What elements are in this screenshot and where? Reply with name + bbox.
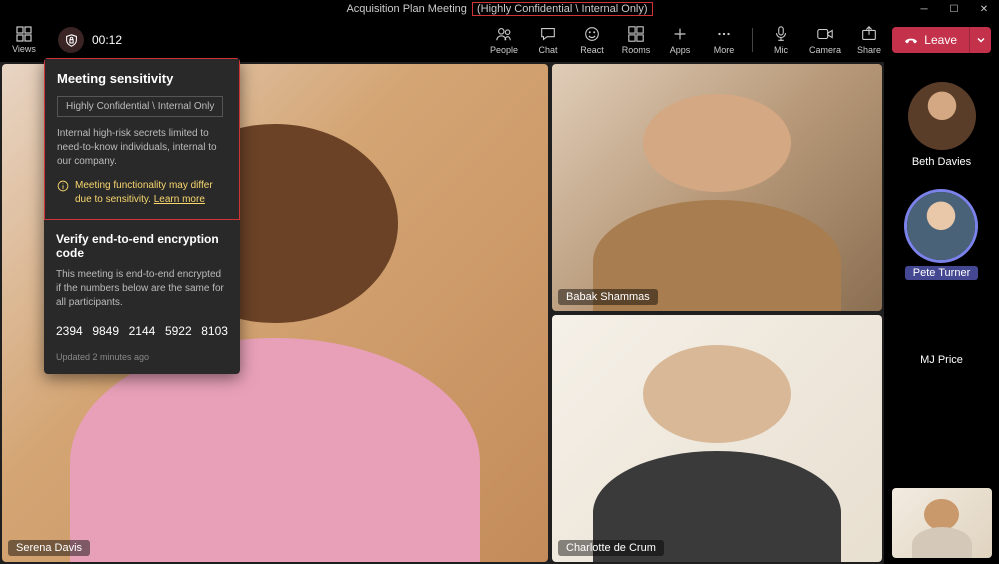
encryption-shield-button[interactable] bbox=[58, 27, 84, 53]
learn-more-link[interactable]: Learn more bbox=[154, 194, 205, 205]
call-timer: 00:12 bbox=[92, 33, 122, 47]
close-button[interactable]: ✕ bbox=[969, 0, 999, 18]
sensitivity-description: Internal high-risk secrets limited to ne… bbox=[57, 127, 227, 169]
sensitivity-popover: Meeting sensitivity Highly Confidential … bbox=[44, 58, 240, 374]
views-label: Views bbox=[12, 44, 36, 54]
people-icon bbox=[495, 25, 513, 43]
apps-button[interactable]: Apps bbox=[660, 25, 700, 55]
chevron-down-icon bbox=[976, 35, 986, 45]
more-button[interactable]: More bbox=[704, 25, 744, 55]
grid-icon bbox=[16, 26, 32, 42]
views-button[interactable]: Views bbox=[6, 26, 42, 54]
sensitivity-label: Highly Confidential \ Internal Only bbox=[57, 96, 223, 117]
toolbar-divider bbox=[752, 28, 753, 52]
rooms-icon bbox=[627, 25, 645, 43]
info-icon bbox=[57, 180, 69, 192]
mic-button[interactable]: Mic bbox=[761, 25, 801, 55]
verify-description: This meeting is end-to-end encrypted if … bbox=[56, 268, 228, 310]
participant-sidebar: Beth Davies Pete Turner MJ Price bbox=[884, 62, 999, 564]
share-button[interactable]: Share bbox=[849, 25, 889, 55]
mic-icon bbox=[772, 25, 790, 43]
participant-name-bottom-right: Charlotte de Crum bbox=[558, 540, 664, 556]
meeting-title: Acquisition Plan Meeting bbox=[346, 3, 466, 15]
chat-icon bbox=[539, 25, 557, 43]
leave-button[interactable]: Leave bbox=[892, 33, 969, 47]
verify-title: Verify end-to-end encryption code bbox=[56, 232, 228, 260]
sidebar-participant-3[interactable]: MJ Price bbox=[920, 354, 963, 366]
sidebar-participant-2[interactable]: Pete Turner bbox=[905, 192, 978, 280]
participant-name-main: Serena Davis bbox=[8, 540, 90, 556]
confidential-badge: (Highly Confidential \ Internal Only) bbox=[472, 2, 653, 16]
titlebar: Acquisition Plan Meeting (Highly Confide… bbox=[0, 0, 999, 18]
updated-timestamp: Updated 2 minutes ago bbox=[56, 352, 228, 362]
leave-button-group: Leave bbox=[892, 27, 991, 53]
sidebar-participant-1[interactable]: Beth Davies bbox=[908, 82, 976, 168]
plus-icon bbox=[671, 25, 689, 43]
video-tile-bottom-right[interactable]: Charlotte de Crum bbox=[552, 315, 882, 562]
maximize-button[interactable]: ☐ bbox=[939, 0, 969, 18]
leave-options-button[interactable] bbox=[969, 27, 991, 53]
participant-name-top-right: Babak Shammas bbox=[558, 289, 658, 305]
self-view-tile[interactable] bbox=[892, 488, 992, 558]
shield-lock-icon bbox=[65, 34, 78, 47]
encryption-codes: 2394 9849 2144 5922 8103 bbox=[56, 324, 228, 338]
chat-button[interactable]: Chat bbox=[528, 25, 568, 55]
people-button[interactable]: People bbox=[484, 25, 524, 55]
meeting-toolbar: Views 00:12 People Chat React Rooms Apps bbox=[0, 18, 999, 62]
camera-icon bbox=[816, 25, 834, 43]
video-tile-top-right[interactable]: Babak Shammas bbox=[552, 64, 882, 311]
more-icon bbox=[715, 25, 733, 43]
rooms-button[interactable]: Rooms bbox=[616, 25, 656, 55]
share-icon bbox=[860, 25, 878, 43]
camera-button[interactable]: Camera bbox=[805, 25, 845, 55]
sensitivity-title: Meeting sensitivity bbox=[57, 71, 227, 86]
hangup-icon bbox=[904, 33, 918, 47]
minimize-button[interactable]: ─ bbox=[909, 0, 939, 18]
react-button[interactable]: React bbox=[572, 25, 612, 55]
emoji-icon bbox=[583, 25, 601, 43]
